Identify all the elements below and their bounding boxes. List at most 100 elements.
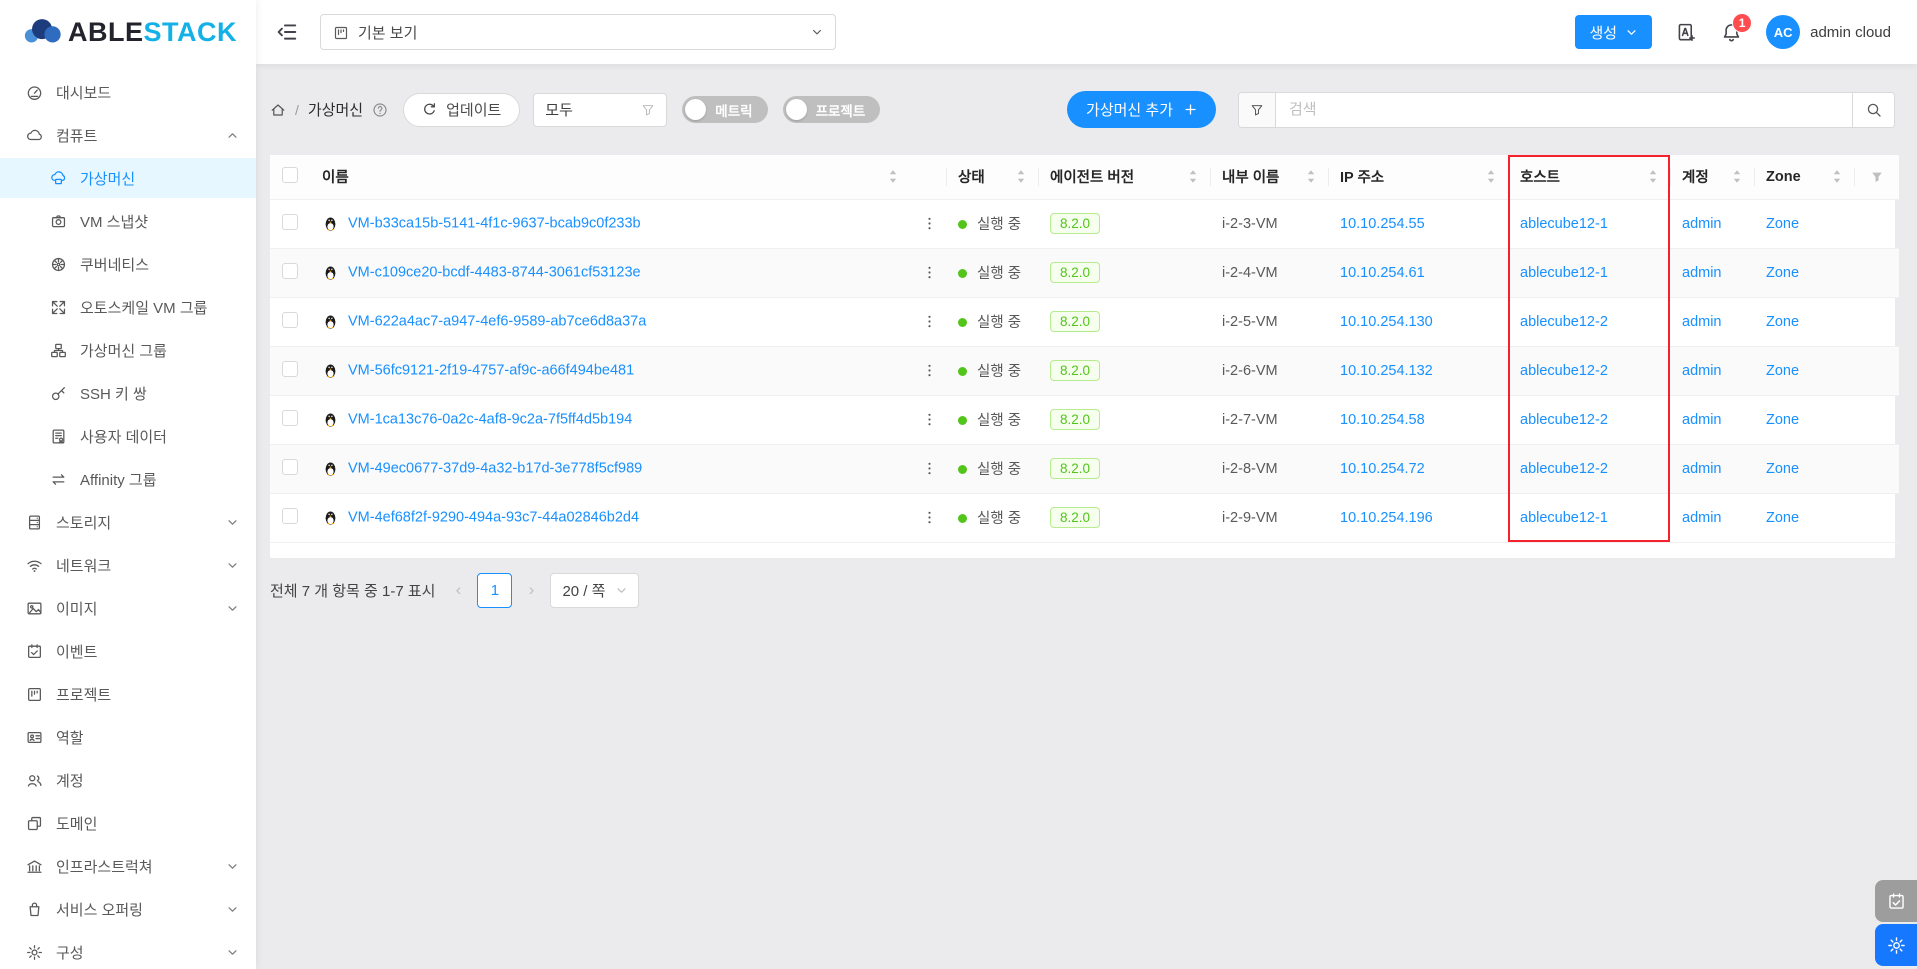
vm-name-link[interactable]: VM-c109ce20-bcdf-4483-8744-3061cf53123e — [348, 264, 641, 280]
sort-icon[interactable] — [1306, 169, 1316, 184]
zone-link[interactable]: Zone — [1766, 412, 1799, 428]
column-header-status[interactable]: 상태 — [958, 166, 985, 187]
add-vm-button[interactable]: 가상머신 추가 — [1067, 91, 1216, 128]
row-actions-button[interactable] — [922, 265, 937, 281]
home-icon[interactable] — [270, 101, 286, 118]
vm-name-link[interactable]: VM-4ef68f2f-9290-494a-93c7-44a02846b2d4 — [348, 509, 639, 525]
sidebar-item-kubernetes[interactable]: 쿠버네티스 — [0, 244, 256, 284]
notifications-button[interactable]: 1 — [1721, 22, 1742, 43]
vm-name-link[interactable]: VM-622a4ac7-a947-4ef6-9589-ab7ce6d8a37a — [348, 313, 646, 329]
sidebar-item-projects[interactable]: 프로젝트 — [0, 674, 256, 714]
projects-toggle[interactable]: 프로젝트 — [783, 96, 881, 123]
vm-name-link[interactable]: VM-1ca13c76-0a2c-4af8-9c2a-7f5ff4d5b194 — [348, 411, 632, 427]
ip-address-link[interactable]: 10.10.254.61 — [1340, 265, 1425, 281]
account-link[interactable]: admin — [1682, 363, 1722, 379]
project-view-select[interactable]: 기본 보기 — [320, 14, 836, 50]
account-link[interactable]: admin — [1682, 461, 1722, 477]
settings-button[interactable] — [1875, 924, 1917, 966]
sidebar-item-roles[interactable]: 역할 — [0, 717, 256, 757]
vm-name-link[interactable]: VM-b33ca15b-5141-4f1c-9637-bcab9c0f233b — [348, 215, 641, 231]
column-header-host[interactable]: 호스트 — [1520, 166, 1560, 187]
zone-link[interactable]: Zone — [1766, 314, 1799, 330]
row-actions-button[interactable] — [922, 363, 937, 379]
next-page-button[interactable]: › — [523, 580, 539, 600]
account-link[interactable]: admin — [1682, 216, 1722, 232]
row-checkbox[interactable] — [282, 214, 298, 230]
account-link[interactable]: admin — [1682, 265, 1722, 281]
sidebar-item-accounts[interactable]: 계정 — [0, 760, 256, 800]
help-icon[interactable] — [372, 102, 388, 118]
vm-name-link[interactable]: VM-49ec0677-37d9-4a32-b17d-3e778f5cf989 — [348, 460, 642, 476]
column-header-account[interactable]: 계정 — [1682, 166, 1709, 187]
host-link[interactable]: ablecube12-2 — [1520, 363, 1608, 379]
column-header-agent-version[interactable]: 에이전트 버전 — [1050, 166, 1134, 187]
row-checkbox[interactable] — [282, 410, 298, 426]
page-number-1[interactable]: 1 — [477, 573, 512, 608]
sidebar-item-compute[interactable]: 컴퓨트 — [0, 115, 256, 155]
column-settings-filter-icon[interactable] — [1870, 169, 1884, 185]
sidebar-item-network[interactable]: 네트워크 — [0, 545, 256, 585]
sidebar-item-virtual-machines[interactable]: 가상머신 — [0, 158, 256, 198]
account-link[interactable]: admin — [1682, 510, 1722, 526]
column-header-internal-name[interactable]: 내부 이름 — [1222, 166, 1279, 187]
ip-address-link[interactable]: 10.10.254.196 — [1340, 510, 1433, 526]
sort-icon[interactable] — [1016, 169, 1026, 184]
row-actions-button[interactable] — [922, 216, 937, 232]
sort-icon[interactable] — [1832, 169, 1842, 184]
ip-address-link[interactable]: 10.10.254.130 — [1340, 314, 1433, 330]
row-checkbox[interactable] — [282, 263, 298, 279]
host-link[interactable]: ablecube12-2 — [1520, 314, 1608, 330]
zone-link[interactable]: Zone — [1766, 510, 1799, 526]
vm-name-link[interactable]: VM-56fc9121-2f19-4757-af9c-a66f494be481 — [348, 362, 634, 378]
sidebar-item-infrastructure[interactable]: 인프라스트럭쳐 — [0, 846, 256, 886]
logo[interactable]: ABLESTACK — [0, 0, 256, 64]
prev-page-button[interactable]: ‹ — [450, 580, 466, 600]
sort-icon[interactable] — [1648, 169, 1658, 184]
events-drawer-button[interactable] — [1875, 880, 1917, 922]
zone-link[interactable]: Zone — [1766, 363, 1799, 379]
row-actions-button[interactable] — [922, 510, 937, 526]
sidebar-item-ssh-key-pairs[interactable]: SSH 키 쌍 — [0, 373, 256, 413]
sidebar-item-images[interactable]: 이미지 — [0, 588, 256, 628]
host-link[interactable]: ablecube12-1 — [1520, 510, 1608, 526]
ip-address-link[interactable]: 10.10.254.58 — [1340, 412, 1425, 428]
sidebar-item-autoscale-vm-groups[interactable]: 오토스케일 VM 그룹 — [0, 287, 256, 327]
host-link[interactable]: ablecube12-2 — [1520, 412, 1608, 428]
select-all-checkbox[interactable] — [282, 167, 298, 183]
host-link[interactable]: ablecube12-1 — [1520, 265, 1608, 281]
sidebar-item-affinity-groups[interactable]: Affinity 그룹 — [0, 459, 256, 499]
row-actions-button[interactable] — [922, 461, 937, 477]
sidebar-item-vm-snapshots[interactable]: VM 스냅샷 — [0, 201, 256, 241]
search-button[interactable] — [1852, 93, 1894, 127]
search-filter-icon[interactable] — [1239, 93, 1276, 127]
row-checkbox[interactable] — [282, 361, 298, 377]
sidebar-collapse-icon[interactable] — [276, 21, 298, 43]
row-checkbox[interactable] — [282, 312, 298, 328]
refresh-button[interactable]: 업데이트 — [403, 93, 520, 127]
sidebar-item-vm-groups[interactable]: 가상머신 그룹 — [0, 330, 256, 370]
sort-icon[interactable] — [1732, 169, 1742, 184]
account-link[interactable]: admin — [1682, 314, 1722, 330]
column-header-zone[interactable]: Zone — [1766, 169, 1801, 185]
search-input[interactable] — [1276, 93, 1852, 127]
ip-address-link[interactable]: 10.10.254.132 — [1340, 363, 1433, 379]
zone-link[interactable]: Zone — [1766, 265, 1799, 281]
zone-link[interactable]: Zone — [1766, 461, 1799, 477]
metrics-toggle[interactable]: 메트릭 — [682, 96, 767, 123]
sidebar-item-service-offerings[interactable]: 서비스 오퍼링 — [0, 889, 256, 929]
column-header-ip[interactable]: IP 주소 — [1340, 166, 1384, 187]
user-menu[interactable]: AC admin cloud — [1766, 15, 1891, 49]
account-link[interactable]: admin — [1682, 412, 1722, 428]
sort-icon[interactable] — [1188, 169, 1198, 184]
sidebar-item-configuration[interactable]: 구성 — [0, 932, 256, 969]
sidebar-item-domains[interactable]: 도메인 — [0, 803, 256, 843]
sidebar-item-user-data[interactable]: 사용자 데이터 — [0, 416, 256, 456]
ip-address-link[interactable]: 10.10.254.55 — [1340, 216, 1425, 232]
sidebar-item-storage[interactable]: 스토리지 — [0, 502, 256, 542]
zone-link[interactable]: Zone — [1766, 216, 1799, 232]
language-icon[interactable] — [1676, 22, 1697, 43]
ip-address-link[interactable]: 10.10.254.72 — [1340, 461, 1425, 477]
sort-icon[interactable] — [1486, 169, 1496, 184]
row-actions-button[interactable] — [922, 412, 937, 428]
create-button[interactable]: 생성 — [1575, 15, 1653, 49]
